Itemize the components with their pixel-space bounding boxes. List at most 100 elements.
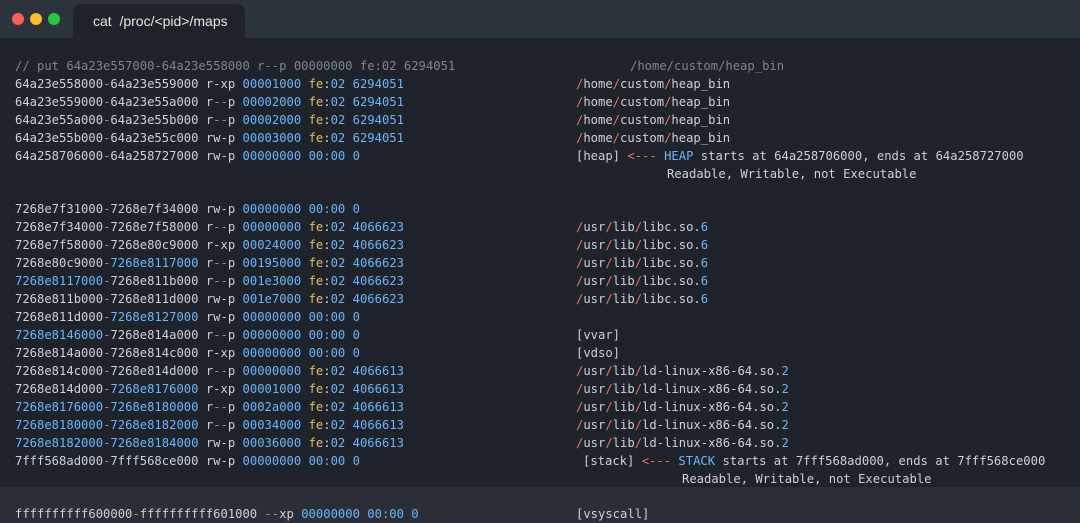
address-range: 7268e811d000-7268e8127000 rw-p 00000000 …: [15, 308, 360, 326]
address-range: 64a23e558000-64a23e559000 r-xp 00001000 …: [15, 75, 404, 93]
path-segment: custom: [620, 95, 665, 109]
permissions: rw-p: [205, 149, 236, 163]
offset: 00002000: [242, 113, 302, 127]
path-segment: usr: [583, 256, 606, 270]
special-region: [stack]: [583, 454, 635, 468]
address-end: 7fff568ce000: [110, 454, 199, 468]
mapping-path: /home/custom/heap_bin: [576, 93, 730, 111]
annotation-keyword: STACK: [678, 454, 716, 468]
address-start: 7268e8117000: [15, 274, 104, 288]
path-segment: lib: [612, 418, 635, 432]
inode: 0: [352, 328, 360, 342]
close-window-button[interactable]: [12, 13, 24, 25]
address-start: 7fff568ad000: [15, 454, 104, 468]
address-range: 7268e8117000-7268e811b000 r--p 001e3000 …: [15, 272, 404, 290]
inode: 4066613: [352, 364, 405, 378]
path-segment: home: [583, 113, 613, 127]
address-start: 64a23e55b000: [15, 131, 104, 145]
permissions-dash: --: [213, 364, 228, 378]
annotation-line: Readable, Writable, not Executable: [15, 165, 1075, 183]
maximize-window-button[interactable]: [48, 13, 60, 25]
path-version: 2: [781, 418, 789, 432]
device-colon: :: [323, 400, 331, 414]
permissions: rw-p: [205, 131, 236, 145]
device-major: fe: [308, 95, 324, 109]
path-segment: lib: [612, 400, 635, 414]
title-bar: cat /proc/<pid>/maps: [0, 0, 1080, 38]
inode: 0: [352, 346, 360, 360]
address-end: 7268e80c9000: [110, 238, 199, 252]
mapping-path: /usr/lib/ld-linux-x86-64.so.2: [576, 416, 789, 434]
mapping-path: [vvar]: [576, 326, 620, 344]
address-start: 64a258706000: [15, 149, 104, 163]
inode: 6294051: [352, 77, 404, 91]
device-major: fe: [308, 113, 324, 127]
device-minor: 02: [330, 418, 346, 432]
address-range: 7268e8176000-7268e8180000 r--p 0002a000 …: [15, 398, 404, 416]
offset: 00001000: [242, 77, 302, 91]
inode: 0: [411, 507, 419, 521]
path-segment: heap_bin: [671, 95, 731, 109]
path-segment: lib: [612, 382, 635, 396]
path-separator: /: [634, 220, 643, 234]
address-start: 7268e8180000: [15, 418, 104, 432]
path-separator: /: [612, 113, 621, 127]
offset: 00000000: [242, 220, 302, 234]
annotation-detail: Readable, Writable, not Executable: [682, 472, 932, 486]
device-colon: :: [323, 256, 331, 270]
path-separator: /: [634, 274, 643, 288]
address-start: 7268e814c000: [15, 364, 104, 378]
tab-terminal[interactable]: cat /proc/<pid>/maps: [73, 4, 245, 38]
path-separator: /: [634, 238, 643, 252]
address-start: 7268e811d000: [15, 310, 104, 324]
inode: 0: [352, 149, 360, 163]
special-region: [vsyscall]: [576, 507, 650, 521]
device-colon: :: [323, 364, 331, 378]
mapping-path: /usr/lib/libc.so.6: [576, 236, 708, 254]
device-major: fe: [308, 220, 324, 234]
device-minor: 02: [330, 256, 346, 270]
map-line: 7268e7f31000-7268e7f34000 rw-p 00000000 …: [15, 200, 1075, 218]
offset: 00000000: [242, 364, 302, 378]
address-end: 7268e8184000: [110, 436, 199, 450]
path-segment: lib: [612, 364, 635, 378]
address-start: 7268e814d000: [15, 382, 104, 396]
map-line: 7268e814c000-7268e814d000 r--p 00000000 …: [15, 362, 1075, 380]
mapping-path: /home/custom/heap_bin: [576, 129, 730, 147]
path-version: 6: [700, 220, 709, 234]
path-version: 2: [781, 382, 789, 396]
address-range: 7268e814c000-7268e814d000 r--p 00000000 …: [15, 362, 404, 380]
permissions: p: [227, 256, 236, 270]
special-region: [vdso]: [576, 346, 621, 360]
map-line: 7268e811d000-7268e8127000 rw-p 00000000 …: [15, 308, 1075, 326]
inode: 0: [352, 310, 360, 324]
offset: 00024000: [242, 238, 302, 252]
device: 00:00: [308, 202, 346, 216]
map-line: 7268e7f34000-7268e7f58000 r--p 00000000 …: [15, 218, 1075, 236]
address-end: 7268e8117000: [110, 256, 199, 270]
inode: 0: [352, 202, 360, 216]
inode: 4066623: [352, 256, 405, 270]
address-end: 7268e8127000: [110, 310, 199, 324]
map-line: 7268e8117000-7268e811b000 r--p 001e3000 …: [15, 272, 1075, 290]
annotation-keyword: HEAP: [664, 149, 694, 163]
permissions: r-xp: [205, 346, 236, 360]
path-segment: ld-linux-x86-64.so.: [642, 400, 782, 414]
permissions-dash: --: [213, 328, 228, 342]
permissions: r-xp: [205, 238, 236, 252]
offset: 00000000: [242, 328, 302, 342]
map-line: 7268e7f58000-7268e80c9000 r-xp 00024000 …: [15, 236, 1075, 254]
address-start: 7268e814a000: [15, 346, 104, 360]
permissions-dash: --: [213, 400, 228, 414]
path-version: 2: [781, 400, 789, 414]
device-colon: :: [323, 436, 331, 450]
address-end: 7268e814d000: [110, 364, 199, 378]
device-major: fe: [308, 400, 324, 414]
address-start: 7268e7f31000: [15, 202, 104, 216]
path-version: 6: [700, 274, 709, 288]
address-range: 7268e8182000-7268e8184000 rw-p 00036000 …: [15, 434, 404, 452]
device: 00:00: [367, 507, 404, 521]
address-dash: -: [132, 507, 140, 521]
minimize-window-button[interactable]: [30, 13, 42, 25]
